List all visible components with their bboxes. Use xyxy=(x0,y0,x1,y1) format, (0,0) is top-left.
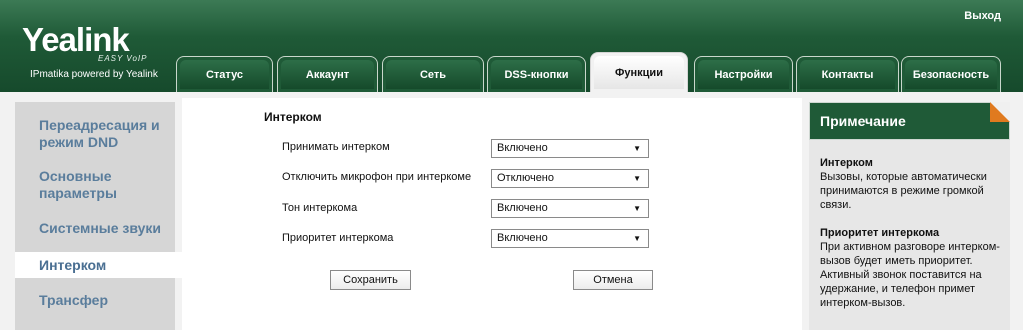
dropdown-arrow-icon: ▼ xyxy=(633,204,641,213)
select-value: Включено xyxy=(497,202,548,214)
tab-label: Безопасность xyxy=(905,60,997,89)
tab-settings[interactable]: Настройки xyxy=(694,56,793,92)
tab-label: DSS-кнопки xyxy=(491,60,582,89)
sidebar-item-audio[interactable]: Системные звуки xyxy=(15,220,175,237)
tab-status[interactable]: Статус xyxy=(176,56,273,92)
tab-label: Аккаунт xyxy=(281,60,374,89)
cancel-button[interactable]: Отмена xyxy=(573,270,653,290)
tab-network[interactable]: Сеть xyxy=(382,56,484,92)
note-body: Интерком Вызовы, которые автоматически п… xyxy=(820,156,1006,310)
sidebar: Переадресация и режим DND Основные парам… xyxy=(15,102,183,330)
tab-contacts[interactable]: Контакты xyxy=(796,56,899,92)
note-panel: Примечание Интерком Вызовы, которые авто… xyxy=(809,102,1010,330)
tab-dss-keys[interactable]: DSS-кнопки xyxy=(487,56,586,92)
note-item-title: Приоритет интеркома xyxy=(820,227,940,239)
intercom-barge-select[interactable]: Включено ▼ xyxy=(491,229,649,248)
intercom-tone-label: Тон интеркома xyxy=(282,202,358,214)
tab-label: Статус xyxy=(180,60,269,89)
select-value: Включено xyxy=(497,142,548,154)
sidebar-item-intercom[interactable]: Интерком xyxy=(15,252,183,278)
dropdown-arrow-icon: ▼ xyxy=(633,234,641,243)
note-item-text: Вызовы, которые автоматически принимаютс… xyxy=(820,171,987,211)
main-panel: Интерком Принимать интерком Включено ▼ От… xyxy=(182,98,802,330)
tab-label: Контакты xyxy=(800,60,895,89)
intercom-tone-select[interactable]: Включено ▼ xyxy=(491,199,649,218)
intercom-allow-label: Принимать интерком xyxy=(282,141,390,153)
dropdown-arrow-icon: ▼ xyxy=(633,144,641,153)
tab-account[interactable]: Аккаунт xyxy=(277,56,378,92)
sidebar-item-transfer[interactable]: Трансфер xyxy=(15,292,175,309)
logo-text: Yealink xyxy=(22,21,130,58)
note-item-text: При активном разговоре интерком-вызов бу… xyxy=(820,241,1000,309)
select-value: Отключено xyxy=(497,172,554,184)
page-title: Интерком xyxy=(264,110,322,124)
save-button[interactable]: Сохранить xyxy=(330,270,411,290)
tab-label: Функции xyxy=(594,56,684,89)
yealink-logo: Yealink EASY VoIP IPmatika powered by Ye… xyxy=(22,21,158,80)
dropdown-arrow-icon: ▼ xyxy=(633,174,641,183)
intercom-mute-select[interactable]: Отключено ▼ xyxy=(491,169,649,188)
logout-link[interactable]: Выход xyxy=(964,10,1001,22)
logo-subtext: EASY VoIP xyxy=(98,54,148,63)
note-corner-icon xyxy=(990,102,1010,122)
intercom-barge-label: Приоритет интеркома xyxy=(282,232,394,244)
note-item-title: Интерком xyxy=(820,157,873,169)
tab-label: Сеть xyxy=(386,60,480,89)
sidebar-item-general[interactable]: Основные параметры xyxy=(15,168,175,202)
select-value: Включено xyxy=(497,232,548,244)
intercom-mute-label: Отключить микрофон при интеркоме xyxy=(282,171,472,183)
note-title: Примечание xyxy=(809,102,1010,140)
intercom-allow-select[interactable]: Включено ▼ xyxy=(491,139,649,158)
header-bar: Yealink EASY VoIP IPmatika powered by Ye… xyxy=(0,0,1023,92)
sidebar-item-forward-dnd[interactable]: Переадресация и режим DND xyxy=(15,117,175,151)
tab-features[interactable]: Функции xyxy=(590,52,688,92)
logo-tagline: IPmatika powered by Yealink xyxy=(30,69,158,80)
tab-label: Настройки xyxy=(698,60,789,89)
tab-security[interactable]: Безопасность xyxy=(901,56,1001,92)
